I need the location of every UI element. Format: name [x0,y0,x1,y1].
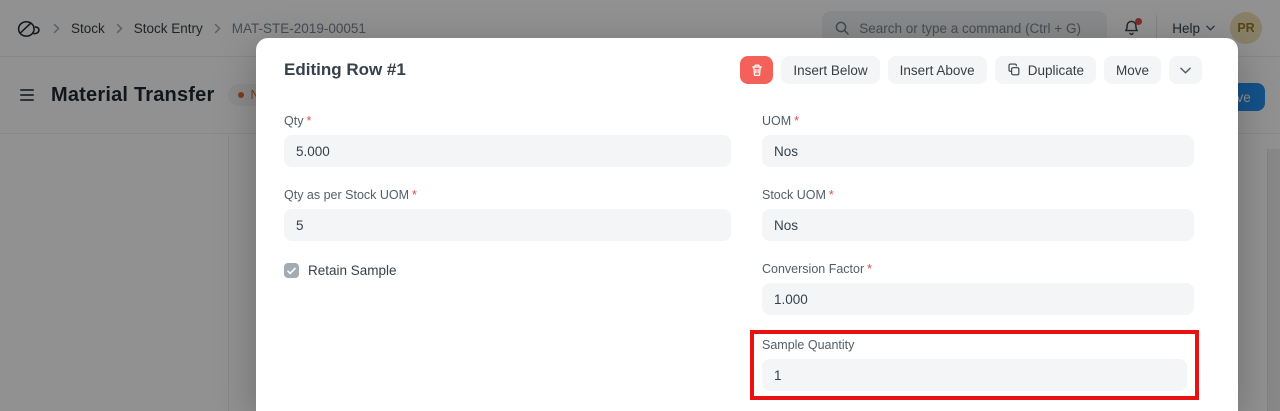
retain-sample-checkbox[interactable] [284,263,299,278]
retain-sample-label: Retain Sample [308,263,397,278]
field-label: UOM * [762,114,800,128]
modal-toolbar: Insert Below Insert Above Duplicate Move [740,56,1202,84]
sample-quantity-input[interactable] [762,359,1187,391]
required-marker: * [828,188,834,202]
sample-quantity-annotation-box: Sample Quantity [750,330,1199,400]
stock-uom-input[interactable] [762,209,1194,241]
field-label: Stock UOM * [762,188,834,202]
field-sample-quantity: Sample Quantity [762,338,1187,391]
field-retain-sample: Retain Sample [284,262,731,278]
trash-icon [750,63,764,78]
field-conversion-factor: Conversion Factor * [762,262,1194,315]
duplicate-label: Duplicate [1027,62,1084,78]
field-qty: Qty * [284,114,731,167]
field-label: Sample Quantity [762,338,855,352]
modal-title: Editing Row #1 [284,60,406,79]
delete-row-button[interactable] [740,56,774,84]
modal-body: Qty* UOM* Qty as per Stock UOM* Stock UO… [256,114,1238,400]
uom-input[interactable] [762,135,1194,167]
more-actions-button[interactable] [1169,56,1202,84]
insert-below-button[interactable]: Insert Below [781,56,880,84]
field-label: Qty * [284,114,312,128]
move-button[interactable]: Move [1103,56,1161,84]
field-stock-uom: Stock UOM * [762,188,1194,241]
field-label: Conversion Factor * [762,262,872,276]
required-marker: * [412,188,417,202]
field-label: Qty as per Stock UOM * [284,188,417,202]
modal-header: Editing Row #1 Insert Below Insert Above [256,38,1238,84]
qty-stock-uom-input[interactable] [284,209,731,241]
field-qty-stock-uom: Qty as per Stock UOM * [284,188,731,241]
checkmark-icon [287,267,296,275]
required-marker: * [867,262,872,276]
conversion-factor-input[interactable] [762,283,1194,315]
required-marker: * [794,114,800,128]
duplicate-icon [1007,63,1021,77]
chevron-down-icon [1180,67,1191,74]
editing-row-modal: Editing Row #1 Insert Below Insert Above [256,38,1238,411]
field-uom: UOM * [762,114,1194,167]
insert-above-button[interactable]: Insert Above [887,56,987,84]
required-marker: * [306,114,312,128]
qty-input[interactable] [284,135,731,167]
duplicate-button[interactable]: Duplicate [994,56,1096,84]
